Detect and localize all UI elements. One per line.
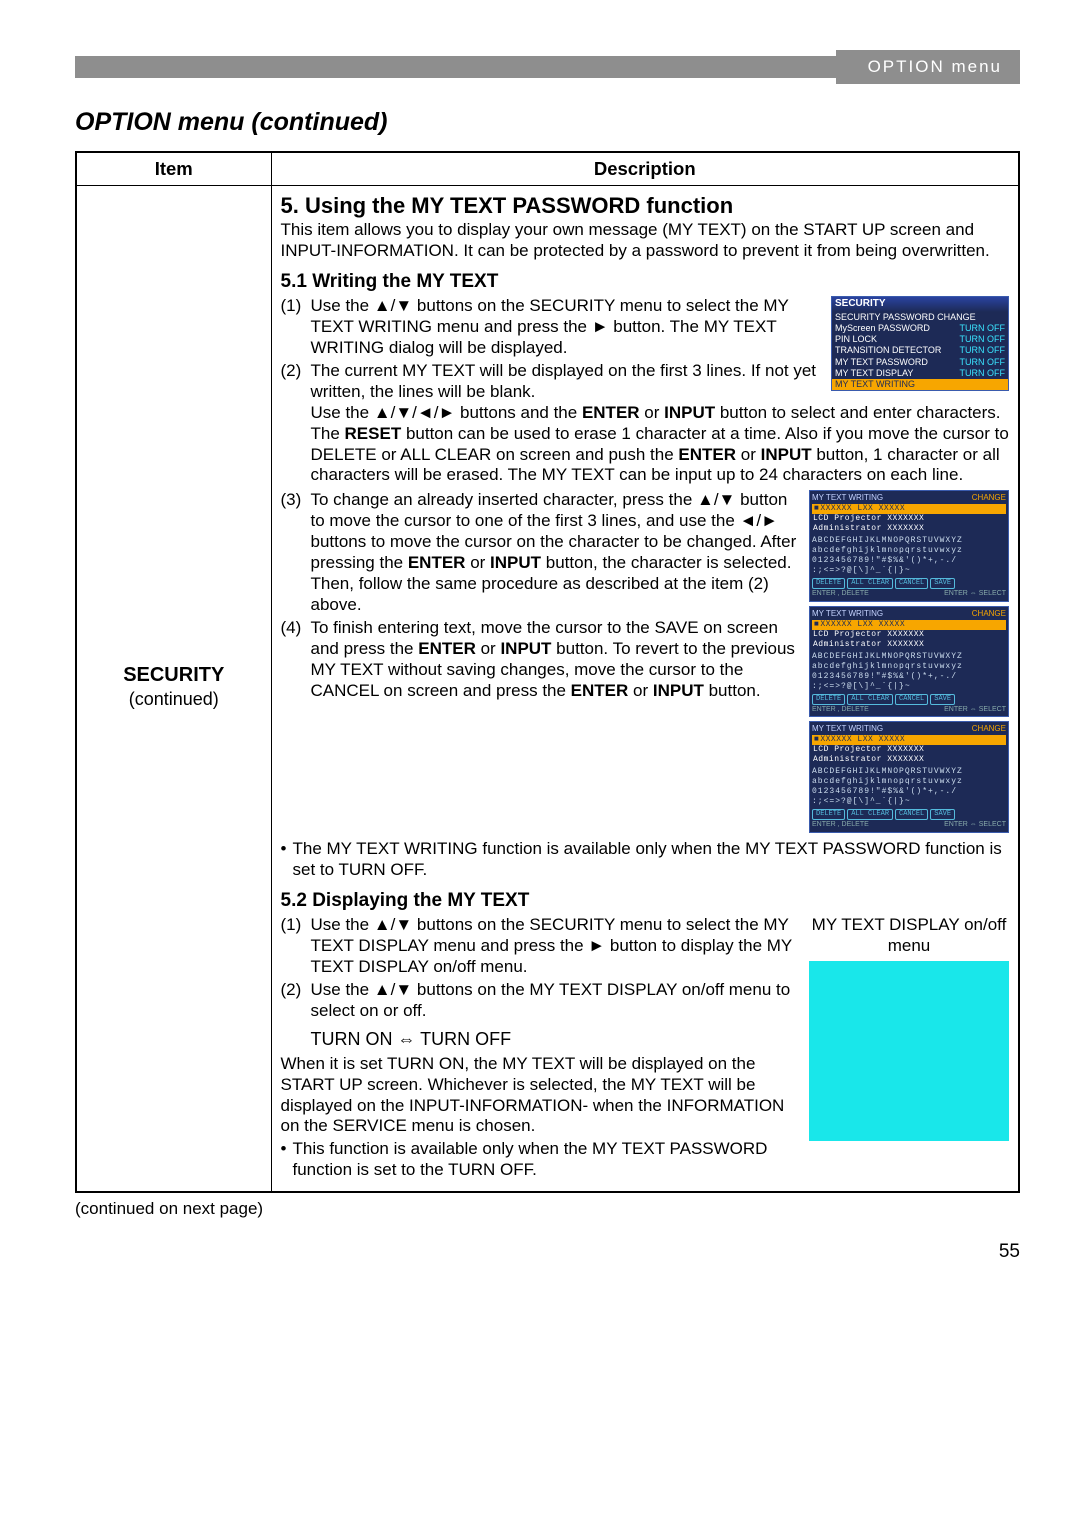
section-5-1-title: 5.1 Writing the MY TEXT: [281, 270, 1010, 293]
item-name: SECURITY: [86, 663, 262, 688]
desc-cell: 5. Using the MY TEXT PASSWORD function T…: [271, 186, 1019, 1193]
step-5-2-2: (2) Use the ▲/▼ buttons on the MY TEXT D…: [281, 980, 1010, 1022]
step-5-1-3: (3) To change an already inserted charac…: [281, 490, 1010, 615]
step-5-2-1: (1) Use the ▲/▼ buttons on the SECURITY …: [281, 915, 1010, 978]
page-title: OPTION menu (continued): [75, 108, 1020, 137]
item-cell: SECURITY (continued): [76, 186, 271, 1193]
th-item: Item: [76, 152, 271, 186]
header-bar: OPTION menu: [75, 50, 1020, 90]
th-desc: Description: [271, 152, 1019, 186]
main-table: Item Description SECURITY (continued) 5.…: [75, 151, 1020, 1193]
section-5-2-title: 5.2 Displaying the MY TEXT: [281, 889, 1010, 912]
step-5-1-1: (1) Use the ▲/▼ buttons on the SECURITY …: [281, 296, 1010, 359]
page-number: 55: [75, 1241, 1020, 1263]
step-5-1-2: (2) The current MY TEXT will be displaye…: [281, 361, 1010, 486]
item-sub: (continued): [86, 688, 262, 710]
header-tab: OPTION menu: [836, 50, 1020, 84]
section-5-title: 5. Using the MY TEXT PASSWORD function: [281, 192, 1010, 219]
char-dialog-3: MY TEXT WRITINGCHANGE ■XXXXXX LXX XXXXX …: [809, 721, 1009, 833]
step-5-1-4: (4) To finish entering text, move the cu…: [281, 618, 1010, 702]
section-5-intro: This item allows you to display your own…: [281, 220, 1010, 262]
note-5-2: This function is available only when the…: [281, 1139, 1010, 1181]
note-5-1: The MY TEXT WRITING function is availabl…: [281, 839, 1010, 881]
continued-note: (continued on next page): [75, 1199, 1020, 1219]
